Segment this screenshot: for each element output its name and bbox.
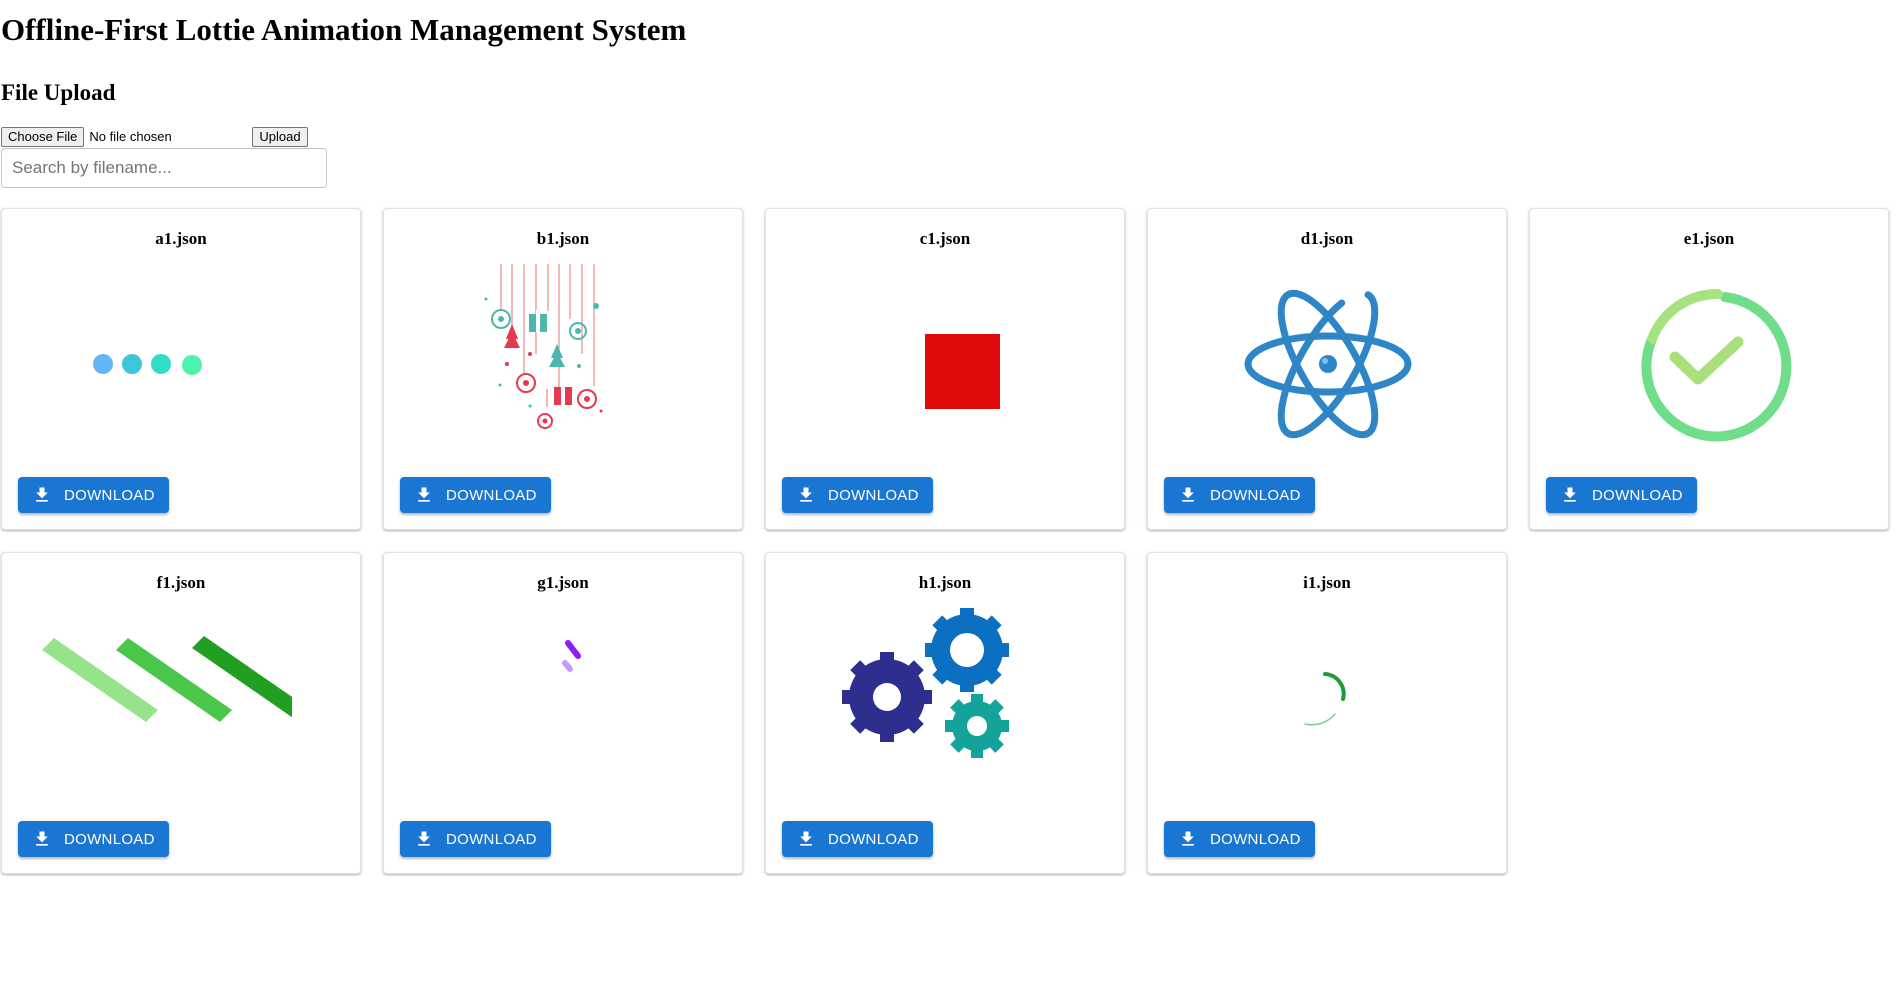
download-label: DOWNLOAD: [1210, 486, 1301, 504]
animation-card: h1.json DOWNLOAD: [765, 552, 1125, 874]
download-label: DOWNLOAD: [828, 830, 919, 848]
card-filename: i1.json: [1303, 573, 1351, 592]
download-button[interactable]: DOWNLOAD: [782, 477, 933, 513]
card-filename: g1.json: [537, 573, 589, 592]
download-button[interactable]: DOWNLOAD: [1546, 477, 1697, 513]
download-button[interactable]: DOWNLOAD: [1164, 821, 1315, 857]
download-icon: [1178, 829, 1198, 849]
purple-spinner-preview: [464, 608, 664, 808]
download-icon: [414, 485, 434, 505]
checkmark-circle-preview: [1610, 264, 1810, 464]
red-square-preview: [846, 264, 1046, 464]
download-button[interactable]: DOWNLOAD: [1164, 477, 1315, 513]
download-label: DOWNLOAD: [1592, 486, 1683, 504]
download-label: DOWNLOAD: [64, 486, 155, 504]
download-label: DOWNLOAD: [828, 486, 919, 504]
green-stripes-preview: [32, 608, 292, 808]
green-arc-spinner-preview: [1228, 608, 1428, 808]
download-button[interactable]: DOWNLOAD: [400, 821, 551, 857]
animation-card: g1.json DOWNLOAD: [383, 552, 743, 874]
card-filename: f1.json: [156, 573, 206, 592]
card-filename: h1.json: [918, 573, 972, 592]
download-button[interactable]: DOWNLOAD: [782, 821, 933, 857]
upload-button[interactable]: Upload: [252, 126, 308, 147]
atom-icon-preview: [1228, 264, 1428, 464]
download-icon: [32, 829, 52, 849]
page: Offline-First Lottie Animation Managemen…: [0, 12, 1900, 874]
download-button[interactable]: DOWNLOAD: [400, 477, 551, 513]
file-status-text: No file chosen: [89, 129, 172, 144]
download-icon: [1178, 485, 1198, 505]
card-filename: e1.json: [1683, 229, 1735, 248]
choose-file-button[interactable]: Choose File: [1, 126, 85, 147]
animation-grid: a1.json DOWNLOAD b1.json DOWNLOAD c1.jso…: [1, 208, 1900, 874]
download-label: DOWNLOAD: [64, 830, 155, 848]
page-title: Offline-First Lottie Animation Managemen…: [1, 12, 687, 47]
four-dots-loader-preview: [82, 264, 282, 464]
animation-card: i1.json DOWNLOAD: [1147, 552, 1507, 874]
download-icon: [796, 485, 816, 505]
download-icon: [796, 829, 816, 849]
card-filename: d1.json: [1300, 229, 1354, 248]
download-label: DOWNLOAD: [1210, 830, 1301, 848]
card-filename: c1.json: [919, 229, 971, 248]
animation-card: c1.json DOWNLOAD: [765, 208, 1125, 530]
download-button[interactable]: DOWNLOAD: [18, 477, 169, 513]
card-filename: b1.json: [536, 229, 590, 248]
download-icon: [32, 485, 52, 505]
search-input[interactable]: [1, 148, 327, 188]
download-icon: [1560, 485, 1580, 505]
animation-card: f1.json DOWNLOAD: [1, 552, 361, 874]
download-icon: [414, 829, 434, 849]
card-filename: a1.json: [155, 229, 207, 248]
animation-card: b1.json DOWNLOAD: [383, 208, 743, 530]
christmas-ornaments-preview: [464, 264, 664, 464]
animation-card: a1.json DOWNLOAD: [1, 208, 361, 530]
upload-form: Choose File No file chosen Upload: [1, 126, 1900, 147]
animation-card: e1.json DOWNLOAD: [1529, 208, 1889, 530]
animation-card: d1.json DOWNLOAD: [1147, 208, 1507, 530]
upload-heading: File Upload: [1, 80, 116, 105]
download-button[interactable]: DOWNLOAD: [18, 821, 169, 857]
gears-preview: [836, 608, 1056, 808]
download-label: DOWNLOAD: [446, 486, 537, 504]
download-label: DOWNLOAD: [446, 830, 537, 848]
